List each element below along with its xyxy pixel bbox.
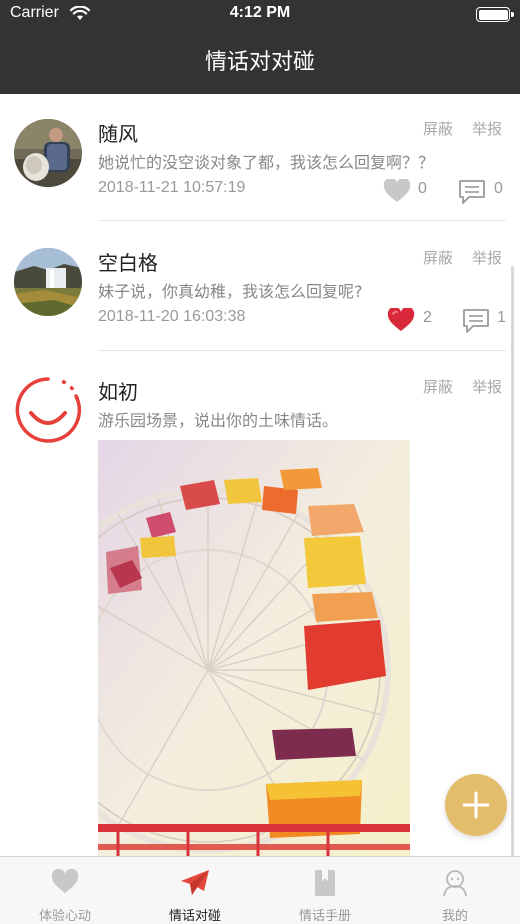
report-button[interactable]: 举报 [472,247,502,268]
avatar[interactable] [14,119,82,187]
tab-label: 情话对碰 [168,909,221,924]
tab-experience[interactable]: 体验心动 [0,857,130,924]
tab-love-talk[interactable]: 情话对碰 [130,857,260,924]
clock-time: 4:12 PM [229,4,291,21]
tab-handbook[interactable]: 情话手册 [260,857,390,924]
post-image-ferris-wheel[interactable] [98,440,410,856]
post-content[interactable]: 妹子说，你真幼稚，我该怎么回复呢? [98,278,363,302]
comment-count: 0 [494,180,503,197]
tab-label: 体验心动 [38,909,91,924]
tab-bar: 体验心动 情话对碰 情话手册 我的 [0,856,520,924]
post-content[interactable]: 游乐园场景，说出你的土味情话。 [98,407,338,431]
scrollbar[interactable] [511,266,514,856]
post-username[interactable]: 如初 [98,376,138,405]
like-count: 2 [423,309,432,326]
book-icon [313,869,337,901]
tab-label: 我的 [441,909,468,924]
post-timestamp: 2018-11-20 16:03:38 [98,308,246,325]
add-post-button[interactable] [445,774,507,836]
report-button[interactable]: 举报 [472,118,502,139]
page-title: 情话对对碰 [204,50,315,75]
block-button[interactable]: 屏蔽 [423,118,453,139]
status-bar: Carrier 4:12 PM [0,0,520,30]
plus-icon [462,791,490,823]
post-content[interactable]: 她说忙的没空谈对象了都，我该怎么回复啊？？ [98,149,434,173]
block-button[interactable]: 屏蔽 [423,247,453,268]
post-timestamp: 2018-11-21 10:57:19 [98,179,246,196]
post-username[interactable]: 空白格 [98,247,158,276]
divider [98,350,506,351]
comment-count: 1 [497,309,506,326]
comment-icon[interactable] [458,179,486,209]
like-count: 0 [418,180,427,197]
tab-mine[interactable]: 我的 [390,857,520,924]
avatar[interactable] [14,248,82,316]
tab-label: 情话手册 [298,909,351,924]
divider [98,220,506,221]
comment-icon[interactable] [462,308,490,338]
post-username[interactable]: 随风 [98,118,138,147]
block-button[interactable]: 屏蔽 [423,376,453,397]
report-button[interactable]: 举报 [472,376,502,397]
profile-icon [442,869,468,901]
paper-plane-icon [180,869,210,901]
battery-icon [476,7,514,22]
like-heart-icon[interactable] [387,306,415,336]
avatar[interactable] [14,376,82,444]
navigation-header: Carrier 4:12 PM 情话对对碰 [0,0,520,94]
like-heart-icon[interactable] [383,177,411,207]
post-feed[interactable]: 随风 屏蔽 举报 她说忙的没空谈对象了都，我该怎么回复啊？？ 2018-11-2… [0,94,520,856]
heart-icon [51,868,79,899]
